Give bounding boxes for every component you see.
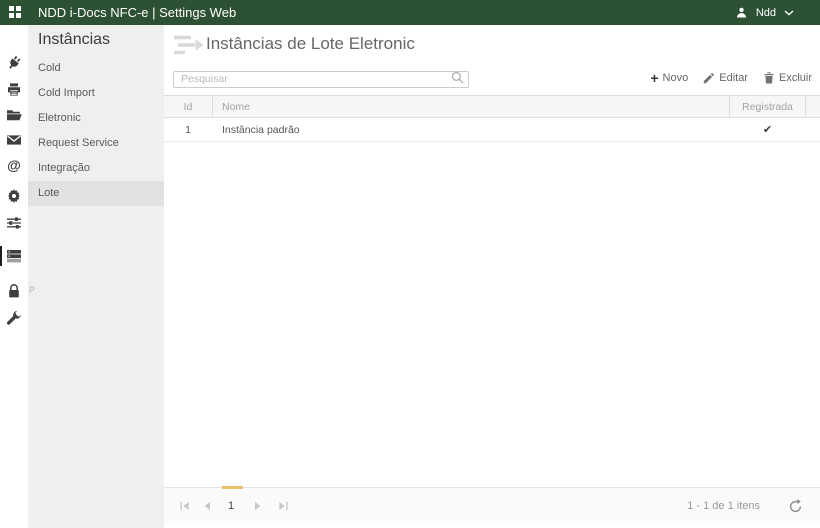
rail-selection-indicator — [0, 246, 2, 266]
column-header-nome[interactable]: Nome — [213, 96, 728, 117]
sidebar-item-integracao[interactable]: Integração — [28, 156, 164, 181]
gear-icon — [6, 188, 22, 204]
row-cell-nome: Instância padrão — [213, 118, 728, 141]
first-page-icon — [179, 501, 190, 511]
page-header-icon — [172, 30, 206, 60]
user-icon — [735, 6, 748, 19]
first-page-button[interactable] — [174, 501, 194, 513]
page-title: Instâncias de Lote Eletronic — [206, 34, 415, 54]
wrench-icon — [6, 310, 22, 326]
search-input[interactable] — [173, 71, 469, 88]
rail-item-mail[interactable] — [6, 132, 22, 148]
toolbar-actions: + Novo Editar Excluir — [650, 69, 812, 86]
last-page-button[interactable] — [273, 501, 293, 513]
rail-item-folder[interactable] — [6, 107, 22, 123]
column-header-id[interactable]: Id — [164, 96, 212, 117]
sidebar-title: Instâncias — [38, 31, 110, 49]
refresh-icon[interactable] — [788, 499, 803, 514]
rail-item-sliders[interactable] — [6, 215, 22, 231]
sidebar-item-cold-import[interactable]: Cold Import — [28, 81, 164, 106]
mail-icon — [6, 132, 22, 148]
at-sign-icon: @ — [7, 157, 21, 173]
stacked-bars-icon — [6, 248, 22, 264]
search-icon[interactable] — [451, 71, 464, 84]
editar-button-label: Editar — [719, 72, 748, 84]
excluir-button[interactable]: Excluir — [763, 72, 812, 84]
sliders-icon — [6, 215, 22, 231]
excluir-button-label: Excluir — [779, 72, 812, 84]
column-header-registrada[interactable]: Registrada — [730, 96, 805, 117]
editar-button[interactable]: Editar — [703, 72, 748, 84]
previous-page-button[interactable] — [197, 501, 217, 513]
user-menu[interactable]: Ndd — [735, 0, 794, 25]
folder-icon — [6, 107, 22, 123]
sidebar-item-cold[interactable]: Cold — [28, 56, 164, 81]
user-name: Ndd — [756, 7, 776, 19]
novo-button-label: Novo — [663, 72, 689, 84]
previous-page-icon — [202, 501, 213, 511]
rail-item-power-plug[interactable] — [6, 55, 22, 71]
pager-bar: 1 1 - 1 de 1 itens — [164, 487, 820, 523]
search-box — [173, 69, 469, 86]
rail-item-wrench[interactable] — [6, 310, 22, 326]
table-row[interactable]: 1 Instância padrão ✔ — [164, 118, 820, 142]
plus-icon: + — [650, 72, 658, 84]
chevron-down-icon — [784, 10, 794, 16]
icon-rail: @ — [0, 25, 28, 528]
registered-check-icon: ✔ — [730, 118, 805, 141]
rail-item-at-sign[interactable]: @ — [6, 157, 22, 173]
pager-right: 1 - 1 de 1 itens — [687, 488, 803, 524]
pager-summary: 1 - 1 de 1 itens — [687, 500, 760, 512]
apps-grid-icon[interactable] — [9, 6, 22, 19]
novo-button[interactable]: + Novo — [650, 72, 688, 84]
trash-icon — [763, 72, 775, 84]
sidebar-item-lote[interactable]: Lote — [28, 181, 164, 206]
table-header: Id Nome Registrada — [164, 95, 820, 118]
edit-pencil-icon — [703, 72, 715, 84]
top-bar: NDD i-Docs NFC-e | Settings Web Ndd — [0, 0, 820, 25]
printer-icon — [6, 82, 22, 98]
sidebar-items: Cold Cold Import Eletronic Request Servi… — [28, 56, 164, 206]
page-number[interactable]: 1 — [221, 488, 241, 524]
main-content: Instâncias de Lote Eletronic + Novo Edit… — [164, 25, 820, 528]
next-page-button[interactable] — [247, 501, 267, 513]
power-plug-icon — [3, 52, 25, 74]
rail-item-stacked-bars[interactable] — [6, 248, 22, 264]
lock-icon — [6, 283, 22, 299]
rail-item-lock[interactable] — [6, 283, 22, 299]
app-title: NDD i-Docs NFC-e | Settings Web — [38, 0, 236, 25]
sidebar-item-request-service[interactable]: Request Service — [28, 131, 164, 156]
last-page-icon — [278, 501, 289, 511]
rail-item-printer[interactable] — [6, 82, 22, 98]
next-page-icon — [252, 501, 263, 511]
rail-item-gear[interactable] — [6, 188, 22, 204]
column-separator — [805, 96, 806, 117]
sidebar: Instâncias Cold Cold Import Eletronic Re… — [28, 25, 164, 528]
clipped-tooltip-text: P — [29, 285, 35, 295]
sidebar-item-eletronic[interactable]: Eletronic — [28, 106, 164, 131]
row-cell-id: 1 — [164, 118, 212, 141]
